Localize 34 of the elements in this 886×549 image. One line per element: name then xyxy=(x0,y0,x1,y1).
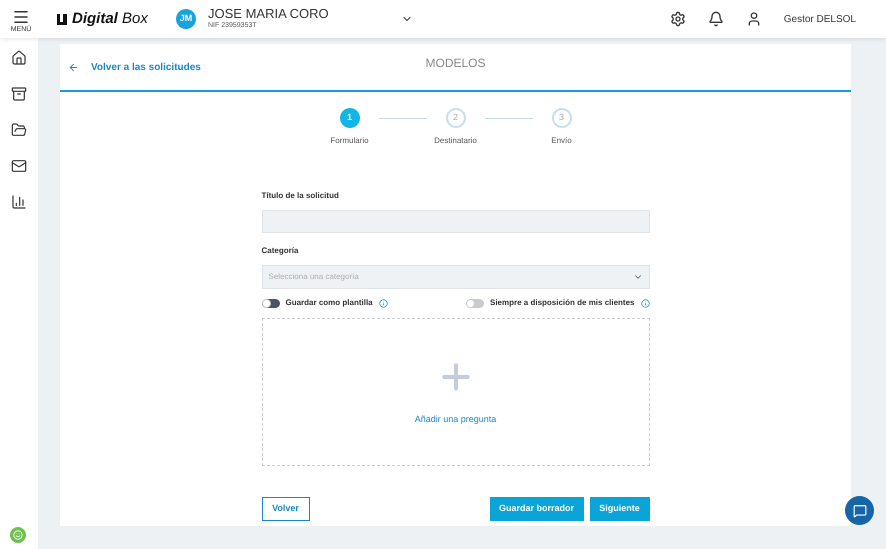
category-dropdown[interactable]: Selecciona una categoría xyxy=(262,265,650,289)
back-arrow-icon[interactable] xyxy=(68,62,79,72)
logo-icon xyxy=(56,12,68,26)
bar-chart-icon[interactable] xyxy=(11,194,27,210)
info-icon[interactable] xyxy=(378,298,388,308)
chat-icon[interactable] xyxy=(852,504,866,518)
archive-icon[interactable] xyxy=(11,86,27,102)
title-field[interactable] xyxy=(262,210,650,233)
field-label: Título de la solicitud xyxy=(262,190,340,202)
add-question-area[interactable]: Añadir una pregunta xyxy=(262,318,650,466)
home-icon[interactable] xyxy=(11,50,27,66)
user-icon[interactable] xyxy=(746,11,762,27)
notification-icon[interactable] xyxy=(708,11,724,27)
settings-icon[interactable] xyxy=(670,11,686,27)
avatar: JM xyxy=(176,9,196,29)
page-title: MODELOS xyxy=(426,55,486,72)
step-label: Formulario xyxy=(330,135,369,147)
save-draft-button[interactable]: Guardar borrador xyxy=(490,497,584,521)
user-name[interactable]: Gestor DELSOL xyxy=(784,12,856,26)
folder-icon[interactable] xyxy=(11,122,27,138)
toggle-label: Guardar como plantilla xyxy=(286,297,373,309)
mail-icon[interactable] xyxy=(11,158,27,174)
field-label: Categoría xyxy=(262,245,300,257)
toggle-label: Siempre a disposición de mis clientes xyxy=(490,297,634,309)
client-name: JOSE MARIA CORO xyxy=(208,6,330,22)
next-button[interactable]: Siguiente xyxy=(590,497,650,521)
back-link[interactable]: Volver a las solicitudes xyxy=(68,60,201,74)
chat-button[interactable] xyxy=(845,496,874,525)
back-button[interactable]: Volver xyxy=(262,497,310,521)
step-label: Destinatario xyxy=(434,135,477,147)
step-label: Envío xyxy=(551,135,572,147)
logo: Digital Box xyxy=(56,8,156,30)
toggle-switch[interactable] xyxy=(262,298,280,308)
info-icon[interactable] xyxy=(640,298,650,308)
